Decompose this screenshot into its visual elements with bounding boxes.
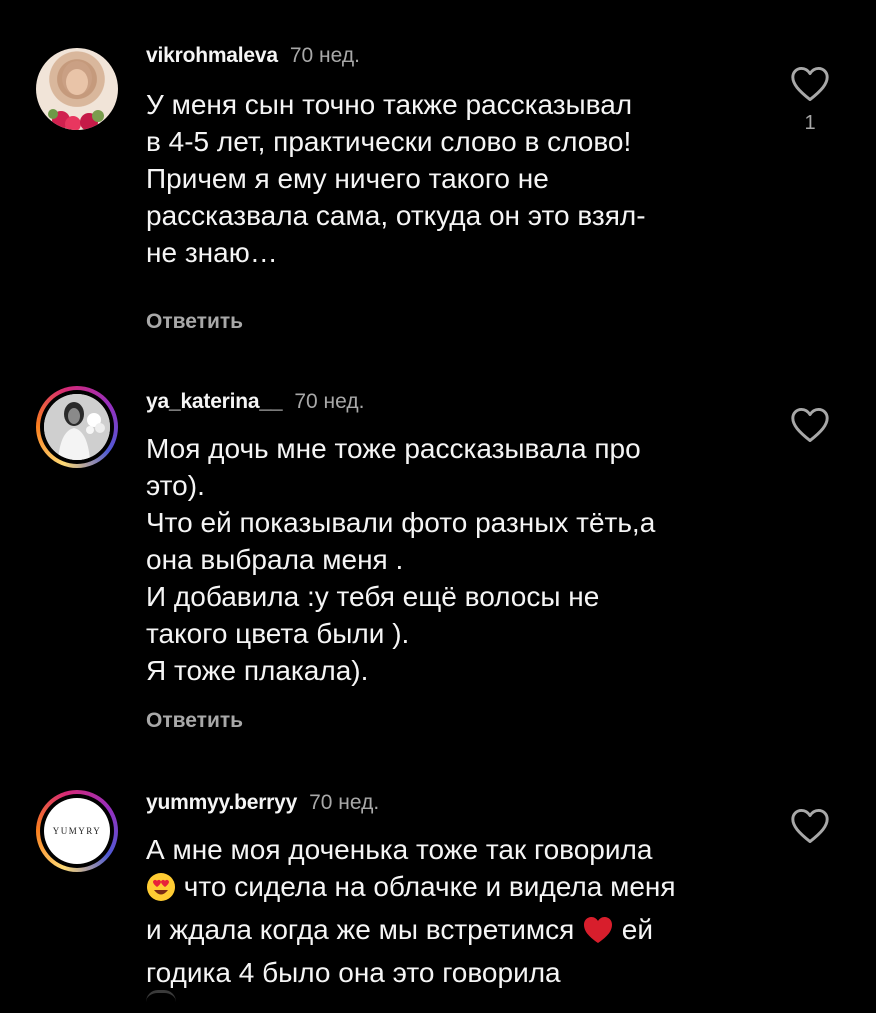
comment-line: такого цвета были ). — [146, 618, 410, 649]
heart-outline-icon — [791, 808, 829, 844]
comment-line: не знаю… — [146, 237, 278, 268]
username[interactable]: vikrohmaleva — [146, 44, 278, 67]
timestamp: 70 нед. — [289, 44, 360, 67]
comment-header: vikrohmaleva 70 нед. — [146, 43, 360, 69]
comment-line: У меня сын точно также рассказывал — [146, 89, 633, 120]
comment-header: yummyy.berryy 70 нед. — [146, 790, 379, 816]
avatar-logo-text: YUMYRY — [52, 826, 102, 836]
comment-text: У меня сын точно также рассказывал в 4-5… — [146, 86, 786, 271]
timestamp: 70 нед. — [294, 390, 365, 413]
username[interactable]: yummyy.berryy — [146, 791, 297, 814]
avatar-photo — [44, 394, 110, 460]
comment-text: А мне моя доченька тоже так говорила что… — [146, 831, 786, 991]
comment-line: Что ей показывали фото разных тёть,а — [146, 507, 656, 538]
reply-button[interactable]: Ответить — [146, 708, 243, 734]
reply-button[interactable]: Ответить — [146, 309, 243, 335]
comment-line: Моя дочь мне тоже рассказывала про — [146, 433, 641, 464]
red-heart-emoji — [582, 915, 614, 954]
avatar[interactable] — [36, 48, 118, 130]
comment-line: Причем я ему ничего такого не — [146, 163, 549, 194]
comment-line-segment: и ждала когда же мы встретимся — [146, 914, 583, 945]
heart-outline-icon — [791, 407, 829, 443]
comment-line: в 4-5 лет, практически слово в слово! — [146, 126, 632, 157]
avatar[interactable]: YUMYRY — [36, 790, 118, 872]
like-button[interactable] — [790, 407, 830, 443]
like-count: 1 — [804, 112, 816, 134]
heart-eyes-emoji — [146, 872, 176, 911]
comment-line: И добавила :у тебя ещё волосы не — [146, 581, 600, 612]
comment-line: это). — [146, 470, 205, 501]
comment-line: и ждала когда же мы встретимся ей — [146, 911, 786, 954]
reply-button-cutoff[interactable] — [146, 990, 176, 1013]
comment-line: Я тоже плакала). — [146, 655, 369, 686]
like-button[interactable] — [790, 66, 830, 102]
comment-line-segment: ей — [614, 914, 654, 945]
comment-line: рассказвала сама, откуда он это взял- — [146, 200, 646, 231]
comment-line: она выбрала меня . — [146, 544, 404, 575]
comment-line: годика 4 было она это говорила — [146, 957, 561, 988]
avatar-photo — [36, 48, 118, 130]
like-button[interactable] — [790, 808, 830, 844]
heart-outline-icon — [791, 66, 829, 102]
comment-line: А мне моя доченька тоже так говорила — [146, 834, 653, 865]
username[interactable]: ya_katerina__ — [146, 390, 283, 413]
timestamp: 70 нед. — [309, 791, 380, 814]
avatar-logo: YUMYRY — [44, 798, 110, 864]
avatar[interactable] — [36, 386, 118, 468]
comment-line: что сидела на облачке и видела меня — [146, 868, 786, 911]
comment-line-segment: что сидела на облачке и видела меня — [176, 871, 676, 902]
comment-header: ya_katerina__ 70 нед. — [146, 389, 364, 415]
comment-text: Моя дочь мне тоже рассказывала про это).… — [146, 430, 786, 689]
